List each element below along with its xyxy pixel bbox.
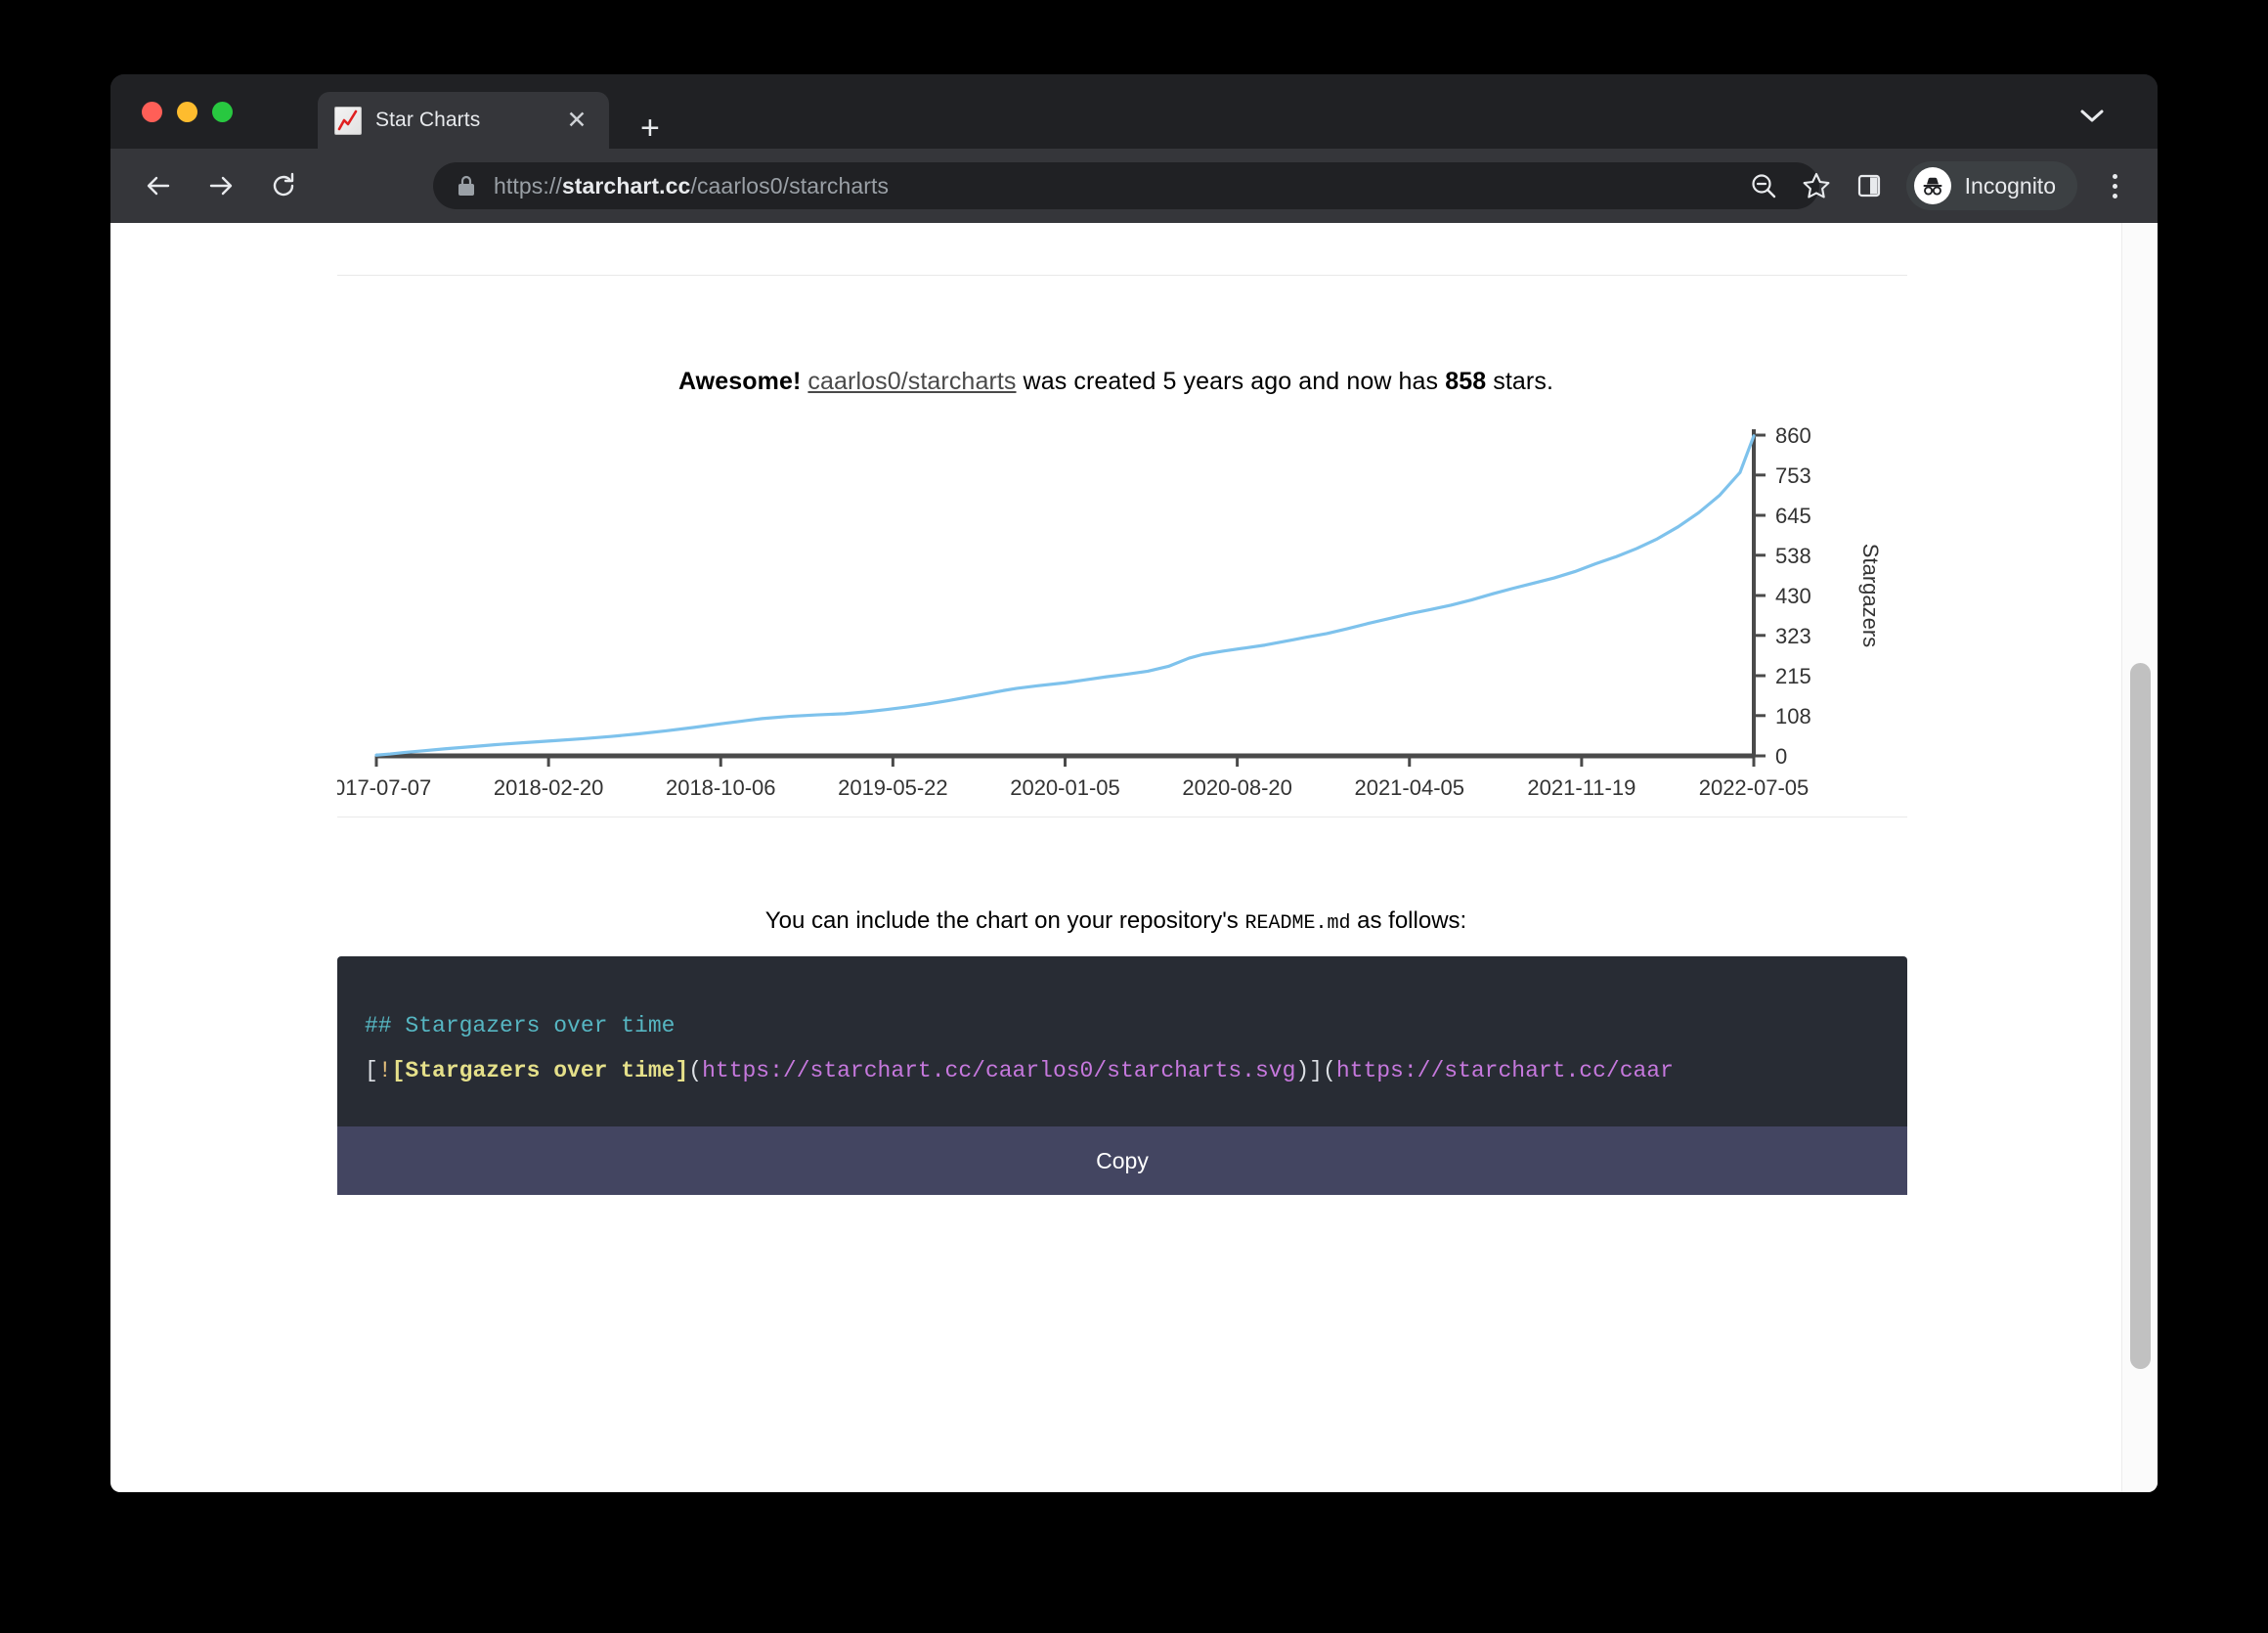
page-scrollbar[interactable]	[2121, 223, 2158, 1492]
svg-text:2017-07-07: 2017-07-07	[337, 775, 431, 800]
new-tab-button[interactable]: +	[640, 111, 660, 145]
code-area[interactable]: ## Stargazers over time [![Stargazers ov…	[337, 956, 1907, 1126]
profile-label: Incognito	[1965, 173, 2056, 199]
include-text-before: You can include the chart on your reposi…	[765, 907, 1245, 934]
url-path: /caarlos0/starcharts	[690, 173, 889, 199]
tab-title: Star Charts	[375, 109, 480, 132]
address-bar-url: https://starchart.cc/caarlos0/starcharts	[494, 173, 889, 199]
stargazers-chart: 2017-07-07 2018-02-20 2018-10-06 2019-05-22…	[337, 414, 1907, 805]
url-host: starchart.cc	[562, 173, 691, 199]
side-panel-icon[interactable]	[1846, 162, 1893, 209]
lock-icon	[457, 174, 476, 198]
zoom-out-icon[interactable]	[1740, 162, 1787, 209]
code-line-1: ## Stargazers over time	[365, 1003, 1880, 1048]
include-instructions: You can include the chart on your reposi…	[110, 907, 2121, 935]
close-tab-icon[interactable]: ✕	[562, 106, 591, 135]
divider-top	[337, 275, 1907, 276]
svg-text:2018-02-20: 2018-02-20	[494, 775, 604, 800]
svg-text:0: 0	[1775, 744, 1787, 769]
include-text-after: as follows:	[1350, 907, 1466, 934]
divider-bottom	[337, 816, 1907, 817]
forward-icon[interactable]	[198, 163, 243, 208]
svg-text:2021-11-19: 2021-11-19	[1527, 775, 1636, 800]
code-line-2: [![Stargazers over time](https://starcha…	[365, 1048, 1880, 1093]
address-bar[interactable]: https://starchart.cc/caarlos0/starcharts	[433, 162, 1819, 209]
scrollbar-thumb[interactable]	[2130, 663, 2151, 1369]
star-icon[interactable]	[1793, 162, 1840, 209]
three-dots-menu-icon[interactable]	[2093, 162, 2136, 209]
svg-text:538: 538	[1775, 544, 1811, 568]
svg-text:Stargazers: Stargazers	[1858, 544, 1883, 647]
code-url-svg: https://starchart.cc/caarlos0/starcharts…	[702, 1058, 1295, 1083]
toolbar-right-actions: Incognito	[1740, 149, 2136, 223]
svg-text:2021-04-05: 2021-04-05	[1354, 775, 1464, 800]
page-viewport: Awesome! caarlos0/starcharts was created…	[110, 223, 2158, 1492]
star-count: 858	[1445, 368, 1486, 395]
headline-suffix: stars.	[1486, 368, 1553, 395]
code-close-bracket: ]	[1309, 1058, 1323, 1083]
svg-text:753: 753	[1775, 463, 1811, 488]
url-scheme: https://	[494, 173, 562, 199]
back-icon[interactable]	[136, 163, 181, 208]
svg-text:2018-10-06: 2018-10-06	[666, 775, 776, 800]
code-paren-open-2: (	[1323, 1058, 1336, 1083]
tab-strip: Star Charts ✕ +	[110, 74, 2158, 149]
page-content: Awesome! caarlos0/starcharts was created…	[110, 223, 2121, 1492]
code-bang: !	[378, 1058, 392, 1083]
code-alt-text: [Stargazers over time]	[392, 1058, 689, 1083]
svg-text:108: 108	[1775, 704, 1811, 728]
reload-icon[interactable]	[261, 163, 306, 208]
svg-text:645: 645	[1775, 504, 1811, 528]
code-url-link: https://starchart.cc/caar	[1336, 1058, 1674, 1083]
line-chart-favicon	[334, 107, 362, 135]
svg-text:2019-05-22: 2019-05-22	[838, 775, 948, 800]
browser-window: Star Charts ✕ +	[110, 74, 2158, 1492]
headline-prefix: Awesome!	[678, 368, 801, 395]
svg-text:430: 430	[1775, 584, 1811, 608]
window-traffic-lights	[142, 102, 233, 122]
incognito-icon	[1914, 167, 1951, 204]
code-paren-open: (	[688, 1058, 702, 1083]
headline-middle: was created 5 years ago and now has	[1017, 368, 1446, 395]
screen-root: Star Charts ✕ +	[0, 0, 2268, 1633]
svg-text:323: 323	[1775, 624, 1811, 648]
svg-text:2020-01-05: 2020-01-05	[1010, 775, 1120, 800]
stargazers-chart-svg: 2017-07-07 2018-02-20 2018-10-06 2019-05-22…	[337, 414, 1907, 805]
close-window-button[interactable]	[142, 102, 162, 122]
code-paren-close: )	[1295, 1058, 1309, 1083]
readme-filename: README.md	[1244, 912, 1350, 935]
browser-toolbar: https://starchart.cc/caarlos0/starcharts	[110, 149, 2158, 223]
repo-link[interactable]: caarlos0/starcharts	[807, 368, 1016, 395]
profile-incognito-button[interactable]: Incognito	[1906, 161, 2077, 210]
copy-button[interactable]: Copy	[337, 1126, 1907, 1195]
minimize-window-button[interactable]	[177, 102, 197, 122]
svg-text:860: 860	[1775, 423, 1811, 448]
svg-text:2020-08-20: 2020-08-20	[1182, 775, 1292, 800]
browser-tab[interactable]: Star Charts ✕	[318, 92, 609, 149]
maximize-window-button[interactable]	[212, 102, 233, 122]
code-open-bracket: [	[365, 1058, 378, 1083]
svg-text:215: 215	[1775, 664, 1811, 688]
chevron-down-icon[interactable]	[2075, 104, 2109, 127]
code-heading: ## Stargazers over time	[365, 1013, 675, 1038]
page-headline: Awesome! caarlos0/starcharts was created…	[110, 368, 2121, 396]
markdown-snippet-block: ## Stargazers over time [![Stargazers ov…	[337, 956, 1907, 1195]
svg-text:2022-07-05: 2022-07-05	[1699, 775, 1810, 800]
